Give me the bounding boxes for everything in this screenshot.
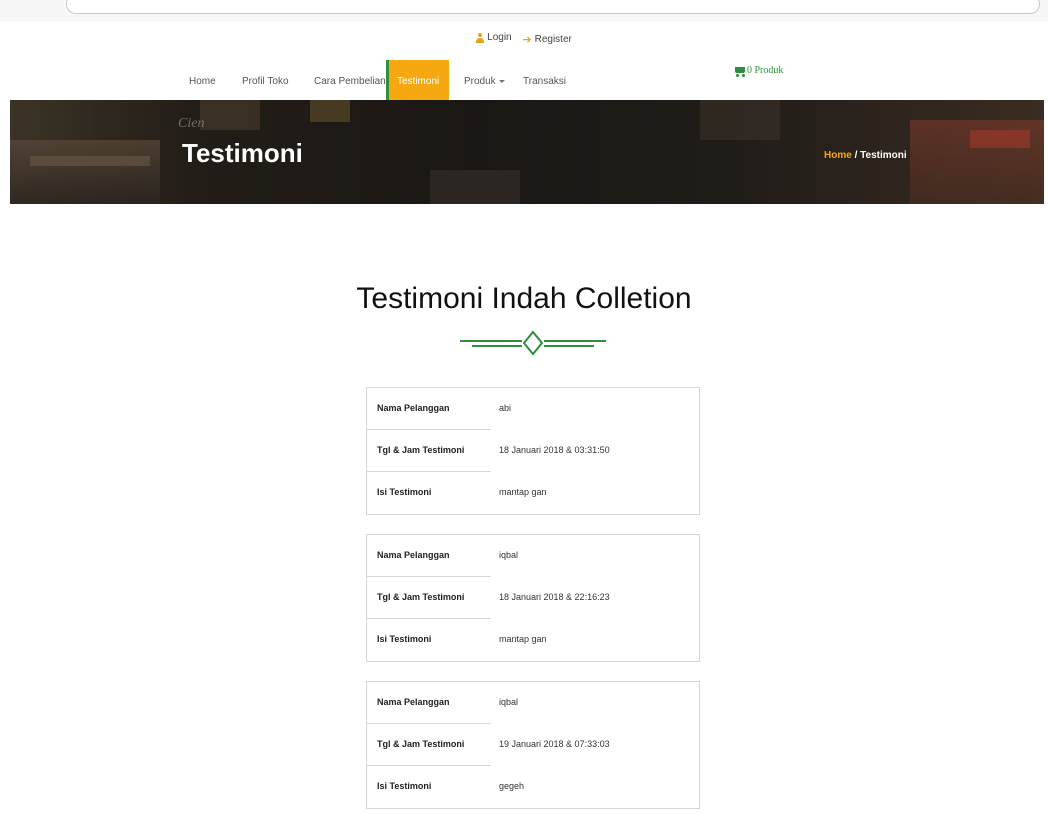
nav-item-produk-label: Produk	[464, 76, 496, 87]
testimonial-card: Nama Pelanggan abi Tgl & Jam Testimoni 1…	[366, 387, 700, 515]
label-content: Isi Testimoni	[377, 634, 432, 644]
top-links: Login ➔ Register	[0, 32, 1048, 46]
value-content: gegeh	[499, 781, 525, 791]
value-name: iqbal	[499, 550, 519, 560]
nav-item-cara-pembelian[interactable]: Cara Pembelian	[306, 60, 394, 100]
user-icon	[476, 32, 485, 43]
value-datetime: 19 Januari 2018 & 07:33:03	[499, 739, 610, 749]
section-title: Testimoni Indah Colletion	[356, 282, 692, 315]
label-content: Isi Testimoni	[377, 487, 432, 497]
diamond-icon	[522, 330, 544, 356]
value-name: abi	[499, 403, 512, 413]
register-link[interactable]: ➔ Register	[522, 33, 571, 46]
label-datetime: Tgl & Jam Testimoni	[377, 592, 465, 602]
value-name: iqbal	[499, 697, 519, 707]
breadcrumb-separator: /	[851, 150, 861, 161]
row-content: Isi Testimoni gegeh	[367, 766, 701, 808]
row-datetime: Tgl & Jam Testimoni 18 Januari 2018 & 03…	[367, 430, 701, 472]
cart-icon	[733, 66, 745, 77]
cart-link[interactable]: 0 Produk	[733, 65, 784, 77]
row-datetime: Tgl & Jam Testimoni 19 Januari 2018 & 07…	[367, 724, 701, 766]
row-name: Nama Pelanggan iqbal	[367, 682, 701, 724]
nav-item-home[interactable]: Home	[181, 60, 224, 100]
breadcrumb-current: Testimoni	[860, 150, 907, 161]
cart-count: 0 Produk	[747, 65, 784, 76]
label-name: Nama Pelanggan	[377, 403, 450, 413]
main-nav: Home Profil Toko Cara Pembelian Testimon…	[0, 60, 1048, 100]
row-content: Isi Testimoni mantap gan	[367, 619, 701, 661]
nav-item-transaksi[interactable]: Transaksi	[515, 60, 574, 100]
row-content: Isi Testimoni mantap gan	[367, 472, 701, 514]
value-datetime: 18 Januari 2018 & 03:31:50	[499, 445, 610, 455]
address-bar[interactable]	[66, 0, 1040, 14]
banner-title: Testimoni	[182, 138, 303, 168]
arrow-right-icon: ➔	[522, 33, 532, 46]
label-datetime: Tgl & Jam Testimoni	[377, 739, 465, 749]
label-name: Nama Pelanggan	[377, 550, 450, 560]
row-datetime: Tgl & Jam Testimoni 18 Januari 2018 & 22…	[367, 577, 701, 619]
caret-down-icon	[498, 79, 505, 83]
register-label: Register	[534, 33, 572, 45]
breadcrumb: Home / Testimoni	[824, 150, 907, 161]
label-content: Isi Testimoni	[377, 781, 432, 791]
nav-item-produk[interactable]: Produk	[456, 60, 513, 100]
testimonial-card: Nama Pelanggan iqbal Tgl & Jam Testimoni…	[366, 534, 700, 662]
label-name: Nama Pelanggan	[377, 697, 450, 707]
login-link[interactable]: Login	[476, 32, 512, 43]
title-divider	[460, 330, 606, 356]
page-banner: Cien Testimoni Home / Testimoni	[10, 100, 1044, 204]
testimonial-card: Nama Pelanggan iqbal Tgl & Jam Testimoni…	[366, 681, 700, 809]
value-content: mantap gan	[499, 487, 547, 497]
banner-faded-text: Cien	[178, 116, 205, 131]
nav-item-profil-toko[interactable]: Profil Toko	[234, 60, 297, 100]
login-label: Login	[487, 32, 512, 43]
value-datetime: 18 Januari 2018 & 22:16:23	[499, 592, 610, 602]
row-name: Nama Pelanggan iqbal	[367, 535, 701, 577]
row-name: Nama Pelanggan abi	[367, 388, 701, 430]
breadcrumb-home[interactable]: Home	[824, 150, 852, 161]
value-content: mantap gan	[499, 634, 547, 644]
browser-address-area	[0, 0, 1048, 22]
label-datetime: Tgl & Jam Testimoni	[377, 445, 465, 455]
nav-item-testimoni[interactable]: Testimoni	[386, 60, 449, 100]
